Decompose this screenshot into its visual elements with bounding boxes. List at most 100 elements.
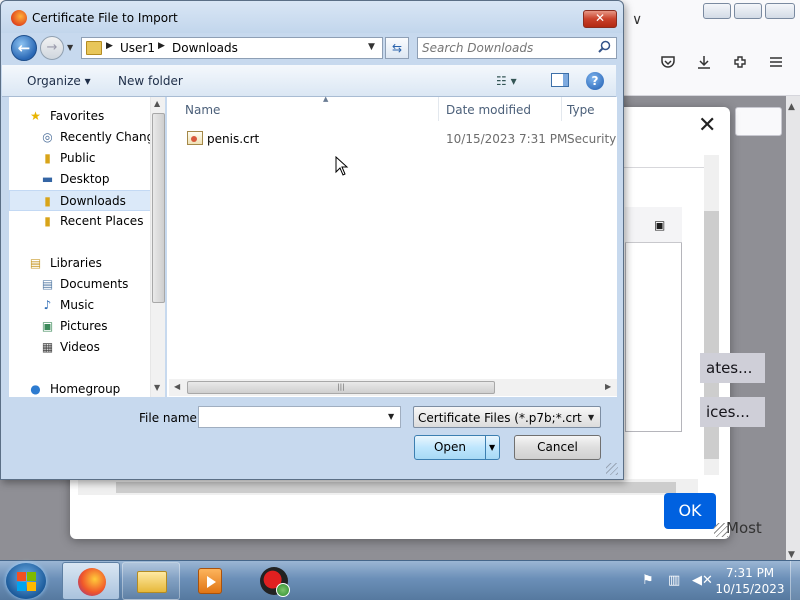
new-folder-button[interactable]: New folder	[118, 74, 183, 88]
cancel-button[interactable]: Cancel	[514, 435, 601, 460]
nav-public[interactable]: ▮ Public	[9, 148, 151, 169]
search-input[interactable]	[422, 41, 592, 55]
partial-label: Most	[726, 519, 762, 537]
pocket-icon[interactable]	[658, 54, 678, 74]
nav-homegroup[interactable]: ● Homegroup	[9, 379, 151, 400]
maximize-button[interactable]	[734, 3, 762, 19]
taskbar-recorder[interactable]	[246, 562, 304, 600]
file-name-input[interactable]	[202, 410, 382, 424]
file-list[interactable]: Name ▲ Date modified Type penis.crt 10/1…	[167, 95, 617, 397]
open-options-icon[interactable]: ▼	[489, 436, 495, 459]
search-box[interactable]	[417, 37, 617, 59]
taskbar-firefox[interactable]	[62, 562, 120, 600]
system-clock[interactable]: 7:31 PM 10/15/2023	[712, 565, 788, 597]
nav-documents[interactable]: ▤ Documents	[9, 274, 151, 295]
navigation-scrollbar-thumb[interactable]	[152, 113, 165, 303]
recorder-icon	[260, 567, 290, 597]
show-desktop-button[interactable]	[790, 561, 800, 600]
firefox-icon	[11, 10, 27, 26]
back-arrow-icon[interactable]: ←	[11, 35, 37, 61]
nav-recent-places[interactable]: ▮ Recent Places	[9, 211, 151, 232]
nav-pictures[interactable]: ▣ Pictures	[9, 316, 151, 337]
nav-videos[interactable]: ▦ Videos	[9, 337, 151, 358]
scroll-right-icon[interactable]: ▶	[605, 382, 611, 391]
taskbar-media-player[interactable]	[182, 562, 240, 600]
breadcrumb-separator-icon[interactable]: ▶	[106, 41, 113, 51]
scroll-left-icon[interactable]: ◀	[174, 382, 180, 391]
breadcrumb-user1[interactable]: User1	[120, 41, 155, 55]
extensions-icon[interactable]	[730, 54, 750, 74]
view-certificates-button[interactable]: ates...	[700, 353, 765, 383]
scroll-down-icon[interactable]: ▼	[154, 383, 160, 392]
tab-list-chevron-icon[interactable]: ∨	[632, 12, 642, 28]
explorer-folder-icon	[137, 571, 167, 593]
help-icon[interactable]: ?	[586, 72, 604, 90]
dialog-h-scrollbar[interactable]	[78, 479, 698, 495]
nav-downloads[interactable]: ▮ Downloads	[9, 190, 151, 211]
ok-button[interactable]: OK	[664, 493, 716, 529]
dialog-title: Certificate File to Import	[32, 11, 178, 25]
media-player-icon	[198, 568, 222, 594]
nav-recently-changed[interactable]: ◎ Recently Changed	[9, 127, 151, 148]
recent-pages-chevron-icon[interactable]: ▼	[67, 43, 73, 52]
videos-icon: ▦	[41, 340, 54, 354]
column-type[interactable]: Type	[567, 97, 617, 121]
breadcrumb-downloads[interactable]: Downloads	[172, 41, 238, 55]
resize-grip[interactable]	[714, 523, 728, 537]
window-close-button[interactable]	[765, 3, 795, 19]
minimize-button[interactable]	[703, 3, 731, 19]
filter-dropdown-icon[interactable]: ▼	[588, 413, 594, 422]
nav-favorites[interactable]: ★ Favorites	[9, 106, 151, 127]
navigation-scrollbar[interactable]: ▲ ▼	[150, 97, 165, 397]
dialog-titlebar[interactable]: Certificate File to Import ✕	[1, 1, 623, 33]
column-name[interactable]: Name ▲	[185, 95, 439, 121]
file-name-label: File name:	[139, 411, 201, 425]
file-name-combobox[interactable]: ▼	[198, 406, 401, 428]
libraries-icon: ▤	[29, 256, 42, 270]
nav-music[interactable]: ♪ Music	[9, 295, 151, 316]
taskbar-explorer[interactable]	[122, 562, 180, 600]
address-dropdown-icon[interactable]: ▼	[368, 42, 375, 52]
recent-changes-icon: ◎	[42, 130, 53, 144]
nav-desktop[interactable]: ▬ Desktop	[9, 169, 151, 190]
taskbar: ⚑ ▥ ◀✕ 7:31 PM 10/15/2023	[0, 560, 800, 600]
firefox-icon	[78, 568, 106, 596]
file-type-filter-select[interactable]: Certificate Files (*.p7b;*.crt;*.cer) ▼	[413, 406, 601, 428]
star-icon: ★	[30, 109, 41, 123]
scroll-up-icon[interactable]: ▲	[154, 99, 160, 108]
sort-ascending-icon: ▲	[323, 95, 329, 103]
start-button[interactable]	[6, 563, 46, 599]
menu-icon[interactable]	[766, 54, 786, 74]
preview-pane-icon[interactable]	[551, 73, 569, 87]
file-row[interactable]: penis.crt 10/15/2023 7:31 PM Security Ce…	[183, 129, 617, 149]
dialog-close-icon[interactable]: ✕	[698, 115, 716, 137]
music-icon: ♪	[43, 298, 52, 312]
security-devices-button[interactable]: ices...	[700, 397, 765, 427]
homegroup-icon: ●	[30, 382, 41, 396]
search-icon[interactable]	[598, 40, 611, 57]
refresh-icon[interactable]: ⇆	[385, 37, 409, 59]
dialog-resize-grip[interactable]	[606, 463, 618, 475]
file-name-dropdown-icon[interactable]: ▼	[388, 412, 394, 421]
file-list-h-scrollbar-thumb[interactable]: |||	[187, 381, 495, 394]
column-date-modified[interactable]: Date modified	[446, 97, 562, 121]
volume-muted-icon[interactable]: ◀✕	[692, 573, 713, 588]
browser-scrollbar[interactable]: ▲ ▼	[786, 96, 800, 566]
forward-arrow-icon[interactable]: →	[40, 36, 64, 60]
network-icon[interactable]: ▥	[668, 573, 680, 588]
pictures-icon: ▣	[41, 319, 54, 333]
folder-icon: ▮	[44, 151, 51, 165]
organize-button[interactable]: Organize ▾	[27, 74, 91, 88]
column-picker-icon[interactable]: ▣	[654, 218, 665, 232]
action-center-flag-icon[interactable]: ⚑	[642, 573, 654, 588]
view-options-icon[interactable]: ☷ ▾	[496, 74, 517, 88]
address-bar[interactable]: ▶ User1 ▶ Downloads ▼	[81, 37, 383, 59]
breadcrumb-separator-icon[interactable]: ▶	[158, 41, 165, 51]
file-list-h-scrollbar[interactable]: ◀ ||| ▶	[169, 379, 617, 396]
open-button[interactable]: Open ▼	[414, 435, 500, 460]
downloads-icon[interactable]	[694, 54, 714, 74]
documents-icon: ▤	[41, 277, 54, 291]
file-name: penis.crt	[207, 132, 260, 146]
dialog-close-button[interactable]: ✕	[583, 10, 617, 28]
nav-libraries[interactable]: ▤ Libraries	[9, 253, 151, 274]
